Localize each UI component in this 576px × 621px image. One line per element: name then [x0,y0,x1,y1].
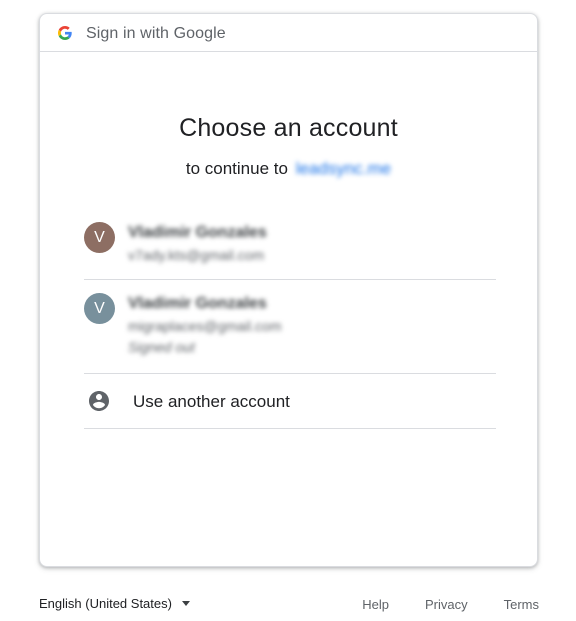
account-status: Signed out [128,339,195,355]
caret-down-icon [181,601,190,606]
use-another-account-label: Use another account [133,392,290,411]
page-title: Choose an account [179,114,398,142]
page-subtitle: to continue to leadsync.me [40,159,537,179]
avatar: V [84,222,115,253]
language-selector[interactable]: English (United States) [39,596,190,611]
card-header: Sign in with Google [40,14,537,52]
app-link[interactable]: leadsync.me [296,159,391,178]
account-details: Vladimir Gonzales migraplaces@gmail.com … [128,295,281,355]
language-label: English (United States) [39,596,172,611]
account-email: v7ady.kts@gmail.com [128,247,265,263]
header-title: Sign in with Google [86,25,226,42]
account-chooser-card: Sign in with Google Choose an account to… [39,13,538,567]
account-item[interactable]: V Vladimir Gonzales v7ady.kts@gmail.com [84,210,496,280]
avatar: V [84,293,115,324]
account-details: Vladimir Gonzales v7ady.kts@gmail.com [128,224,267,268]
use-another-account-button[interactable]: Use another account [84,375,496,429]
account-item[interactable]: V Vladimir Gonzales migraplaces@gmail.co… [84,281,496,374]
footer-links: Help Privacy Terms [362,597,539,612]
privacy-link[interactable]: Privacy [425,597,468,612]
account-email: migraplaces@gmail.com [128,318,282,334]
google-g-icon [58,26,72,40]
terms-link[interactable]: Terms [504,597,539,612]
account-name: Vladimir Gonzales [128,224,267,241]
subtitle-prefix: to continue to [185,159,288,178]
help-link[interactable]: Help [362,597,389,612]
account-circle-icon [89,391,109,411]
account-name: Vladimir Gonzales [128,295,267,312]
